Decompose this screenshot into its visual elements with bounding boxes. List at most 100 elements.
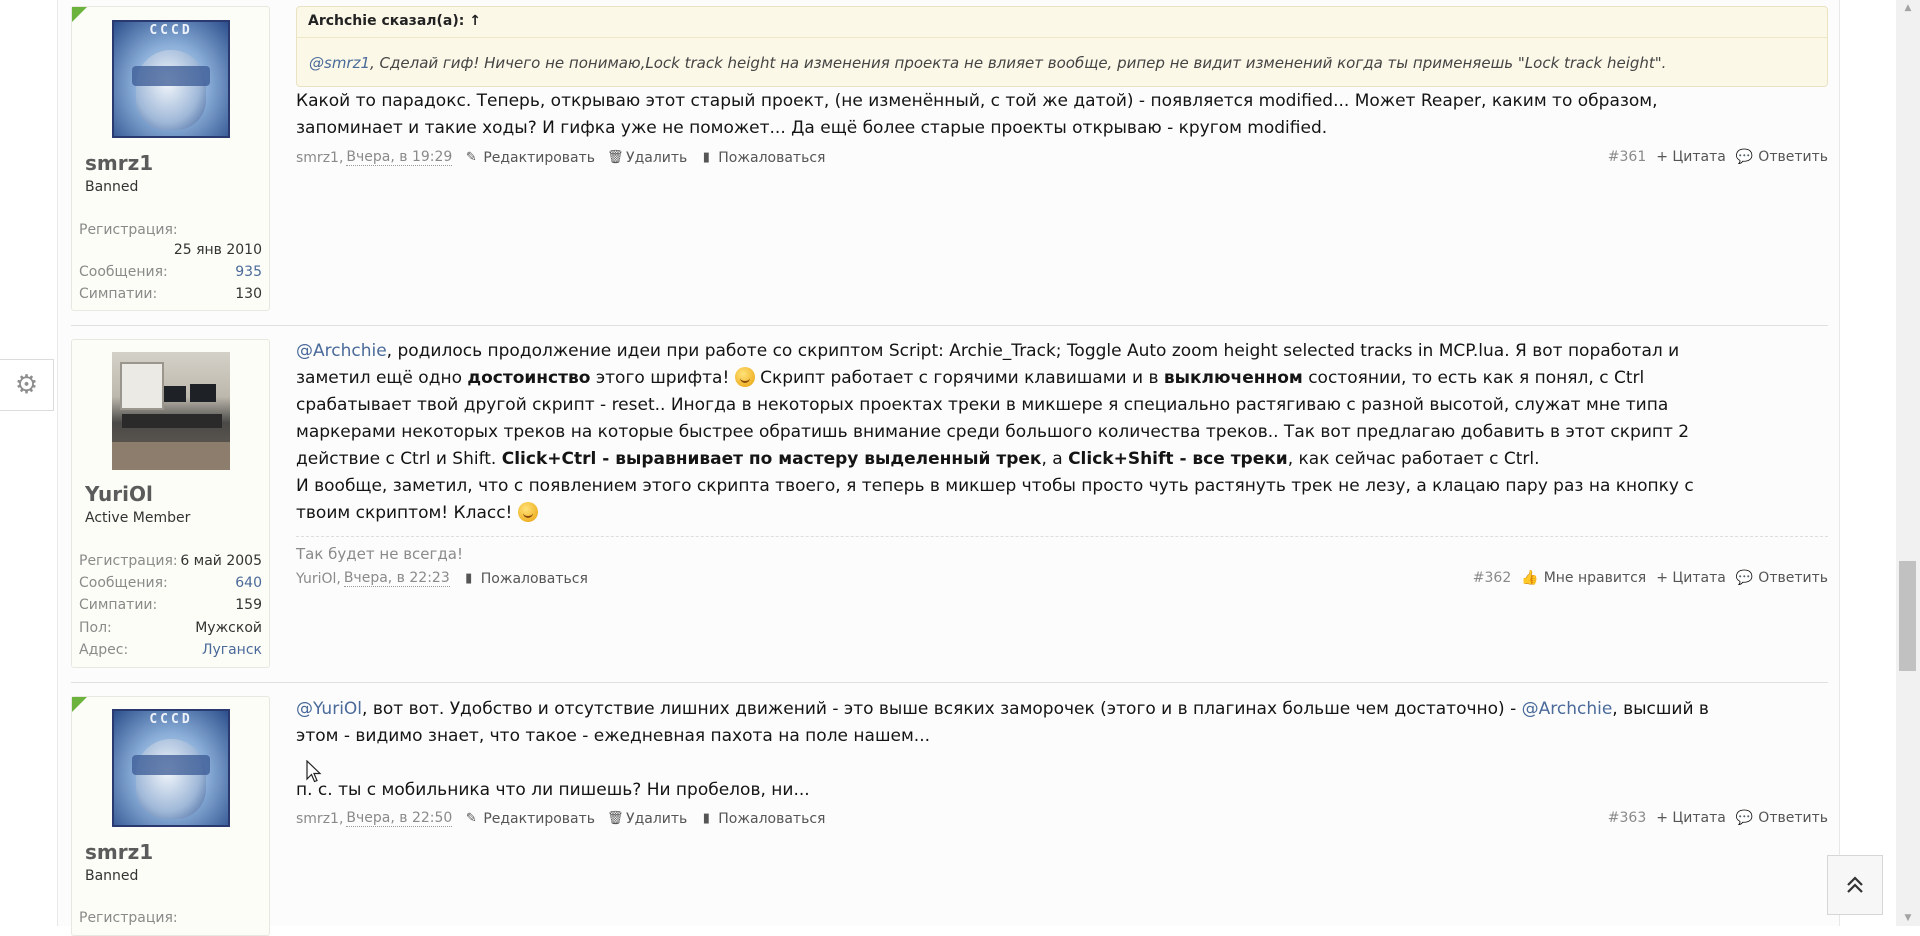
report-label: Пожаловаться — [718, 149, 826, 166]
quote-link[interactable]: + Цитата — [1656, 149, 1726, 165]
scrollbar-thumb[interactable] — [1899, 561, 1916, 671]
signature-text: Так будет не всегда! — [296, 545, 463, 563]
quote-body: , Сделай гиф! Ничего не понимаю,Lock tra… — [370, 54, 1667, 72]
post-author[interactable]: smrz1, — [296, 150, 343, 166]
like-link[interactable]: 👍 Мне нравится — [1521, 570, 1646, 586]
quote-author[interactable]: Archchie сказал(а): ↑ — [308, 13, 481, 29]
message-text: действие с Ctrl и Shift. — [296, 449, 502, 469]
user-likes-row: Симпатии: 130 — [79, 286, 262, 306]
post-date[interactable]: Вчера, в 22:23 — [343, 570, 450, 587]
page-scrollbar[interactable] — [1896, 0, 1920, 926]
likes-value: 130 — [235, 286, 262, 302]
delete-link[interactable]: 🗑 Удалить — [607, 811, 687, 827]
avatar-face — [136, 50, 206, 130]
scroll-up-arrow-icon[interactable]: ▲ — [1896, 0, 1920, 16]
scroll-down-arrow-icon[interactable]: ▼ — [1896, 910, 1920, 926]
message-text: состоянии, то есть как я понял, с Ctrl — [1302, 368, 1645, 388]
mention-link[interactable]: @Archchie — [1522, 699, 1613, 719]
quote-link[interactable]: + Цитата — [1656, 810, 1726, 826]
book-icon: ▮ — [465, 570, 473, 586]
user-card-yuriol: YuriOl Active Member Регистрация: 6 май 2… — [71, 339, 270, 668]
speech-bubble-icon: 💬 — [1735, 810, 1754, 826]
reg-label: Регистрация: — [79, 553, 178, 569]
report-label: Пожаловаться — [718, 810, 826, 827]
avatar[interactable]: CCCD — [112, 709, 230, 827]
post-author[interactable]: YuriOl, — [296, 571, 341, 587]
user-likes-row: Симпатии: 159 — [79, 597, 262, 617]
report-link[interactable]: ▮ Пожаловаться — [699, 149, 826, 166]
message-text: Скрипт работает с горячими клавишами и в — [754, 368, 1164, 388]
report-link[interactable]: ▮ Пожаловаться — [699, 810, 826, 827]
mention-link[interactable]: @Archchie — [296, 341, 387, 361]
msg-value[interactable]: 935 — [235, 264, 262, 284]
message-line: п. с. ты с мобильника что ли пишешь? Ни … — [296, 780, 810, 800]
post-number[interactable]: #363 — [1608, 810, 1646, 826]
edit-link[interactable]: ✎ Редактировать — [464, 150, 595, 166]
message-line: И вообще, заметил, что с появлением этог… — [296, 476, 1694, 496]
user-title: Banned — [85, 179, 139, 195]
username[interactable]: smrz1 — [85, 840, 153, 864]
reply-label: Ответить — [1758, 810, 1828, 826]
username[interactable]: YuriOl — [85, 482, 153, 506]
message-bold: Click+Ctrl - выравнивает по мастеру выде… — [501, 449, 1042, 469]
gender-label: Пол: — [79, 620, 112, 636]
post-separator — [71, 682, 1828, 683]
mention-link[interactable]: @YuriOl — [296, 699, 362, 719]
avatar-window — [120, 362, 164, 410]
post-author[interactable]: smrz1, — [296, 811, 343, 827]
pencil-icon: ✎ — [465, 149, 477, 165]
likes-label: Симпатии: — [79, 286, 158, 302]
message-body: @YuriOl, вот вот. Удобство и отсутствие … — [296, 696, 1828, 804]
post-meta-left: YuriOl, Вчера, в 22:23 ▮ Пожаловаться — [296, 570, 588, 587]
avatar-text: CCCD — [149, 712, 193, 727]
message-line: заметил ещё одно достоинство этого шрифт… — [296, 365, 1828, 392]
reg-label: Регистрация: — [79, 910, 178, 926]
quote-link[interactable]: + Цитата — [1656, 570, 1726, 586]
reply-link[interactable]: 💬 Ответить — [1736, 810, 1828, 826]
post-number[interactable]: #362 — [1473, 570, 1511, 586]
style-chooser-button[interactable]: ⚙ — [0, 359, 54, 411]
message-body: @Archchie, родилось продолжение идеи при… — [296, 338, 1828, 527]
post-meta: YuriOl, Вчера, в 22:23 ▮ Пожаловаться #36… — [296, 570, 1828, 590]
user-title: Active Member — [85, 510, 191, 526]
post-separator — [71, 325, 1828, 326]
report-label: Пожаловаться — [480, 570, 588, 587]
post-number[interactable]: #361 — [1608, 149, 1646, 165]
msg-label: Сообщения: — [79, 575, 168, 591]
post-date[interactable]: Вчера, в 22:50 — [346, 810, 453, 827]
message-text: этого шрифта! — [590, 368, 735, 388]
reply-link[interactable]: 💬 Ответить — [1736, 149, 1828, 165]
back-to-top-button[interactable] — [1827, 855, 1883, 915]
message-text: , а — [1041, 449, 1069, 469]
avatar[interactable]: CCCD — [112, 20, 230, 138]
message-bold: достоинство — [467, 368, 591, 388]
user-card-smrz1: CCCD smrz1 Banned Регистрация: 25 янв 20… — [71, 6, 270, 311]
quote-text: @smrz1, Сделай гиф! Ничего не понимаю,Lo… — [309, 54, 1666, 72]
edit-label: Редактировать — [483, 149, 596, 166]
post-date[interactable]: Вчера, в 19:29 — [346, 149, 453, 166]
reg-value: 6 май 2005 — [180, 553, 262, 569]
message-line: запоминает и такие ходы? И гифка уже не … — [296, 118, 1328, 138]
post-meta-left: smrz1, Вчера, в 19:29 ✎ Редактировать 🗑 Уд… — [296, 149, 825, 166]
msg-value[interactable]: 640 — [235, 575, 262, 595]
message-text: твоим скриптом! Класс! — [296, 503, 518, 523]
avatar-text: CCCD — [149, 23, 193, 38]
signature: Так будет не всегда! — [296, 536, 1828, 563]
quote-mention[interactable]: @smrz1 — [309, 54, 370, 72]
reply-link[interactable]: 💬 Ответить — [1736, 570, 1828, 586]
message-text: заметил ещё одно — [296, 368, 468, 388]
message-line: Какой то парадокс. Теперь, открываю этот… — [296, 91, 1658, 111]
edit-link[interactable]: ✎ Редактировать — [464, 811, 595, 827]
message-line: @Archchie, родилось продолжение идеи при… — [296, 338, 1828, 365]
reply-label: Ответить — [1758, 570, 1828, 586]
avatar-monitor — [164, 386, 186, 402]
delete-link[interactable]: 🗑 Удалить — [607, 150, 687, 166]
delete-label: Удалить — [626, 149, 688, 166]
username[interactable]: smrz1 — [85, 151, 153, 175]
user-address-row: Адрес: Луганск — [79, 642, 262, 662]
double-chevron-up-icon — [1847, 876, 1863, 893]
report-link[interactable]: ▮ Пожаловаться — [462, 571, 588, 587]
user-reg-row: Регистрация: 6 май 2005 — [79, 553, 262, 573]
avatar[interactable] — [112, 352, 230, 470]
address-value[interactable]: Луганск — [202, 642, 262, 662]
